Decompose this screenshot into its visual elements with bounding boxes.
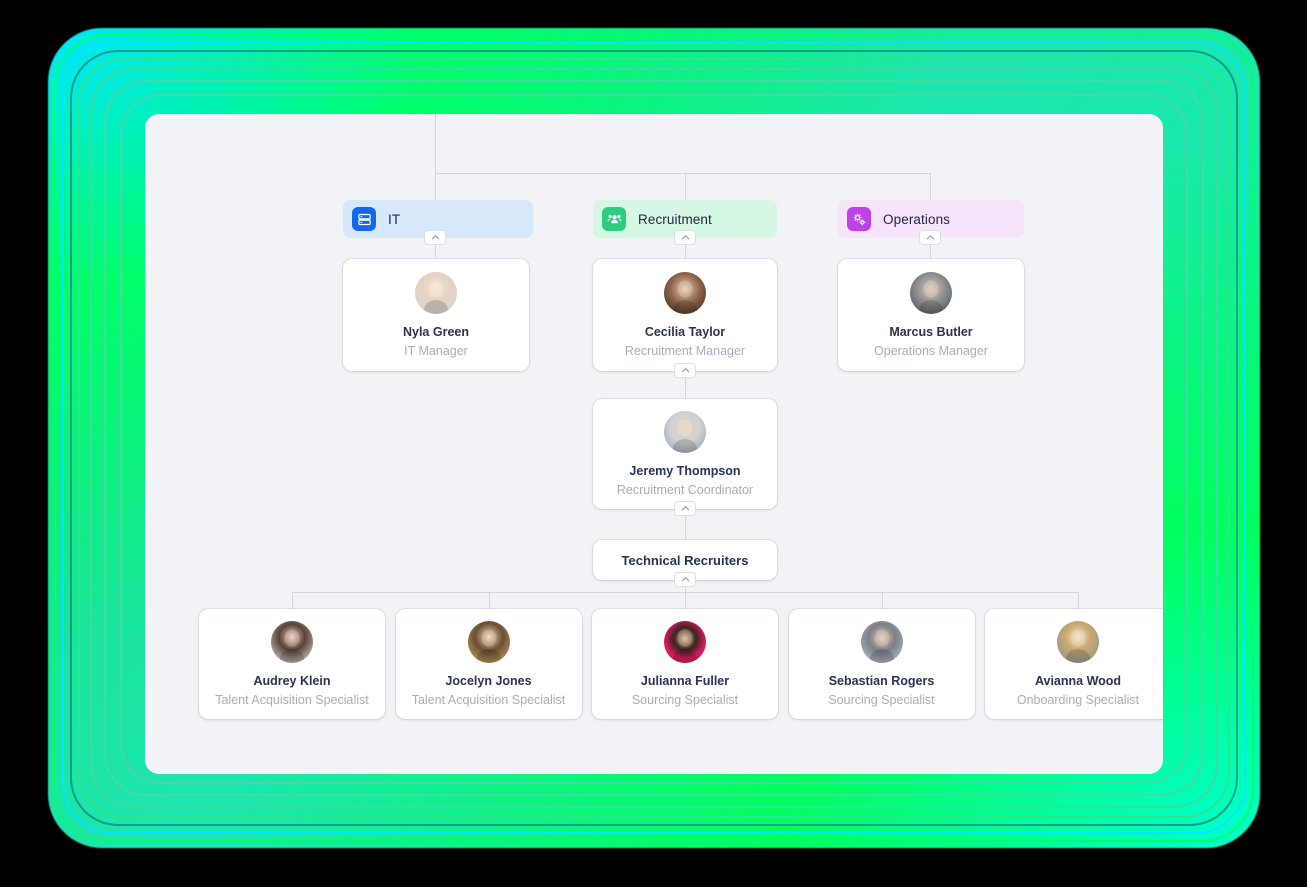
users-group-icon <box>602 207 626 231</box>
person-name: Julianna Fuller <box>640 674 730 688</box>
person-title: Sourcing Specialist <box>631 693 739 707</box>
avatar-audrey-klein <box>271 621 313 663</box>
connector-dept-drop-2 <box>930 173 931 200</box>
person-card-nyla-green[interactable]: Nyla Green IT Manager <box>343 259 529 371</box>
person-name: Avianna Wood <box>1034 674 1122 688</box>
person-card-audrey-klein[interactable]: Audrey Klein Talent Acquisition Specialis… <box>199 609 385 719</box>
connector-spec-drop-3 <box>881 592 883 609</box>
person-card-cecilia-taylor[interactable]: Cecilia Taylor Recruitment Manager <box>593 259 777 371</box>
chevron-up-icon <box>431 235 439 240</box>
connector-spec-drop-1 <box>488 592 490 609</box>
server-icon <box>352 207 376 231</box>
connector-spec-drop-2 <box>685 592 686 609</box>
person-card-avianna-wood[interactable]: Avianna Wood Onboarding Specialist <box>985 609 1163 719</box>
avatar-nyla-green <box>415 272 457 314</box>
toggle-dept-operations[interactable] <box>919 230 941 245</box>
person-title: Talent Acquisition Specialist <box>215 693 369 707</box>
person-title: Recruitment Coordinator <box>616 483 754 497</box>
toggle-unit[interactable] <box>674 572 696 587</box>
connector-dept-drop-1 <box>685 173 686 200</box>
chevron-up-icon <box>926 235 934 240</box>
gears-icon <box>847 207 871 231</box>
person-name: Marcus Butler <box>889 325 973 339</box>
avatar-marcus-butler <box>910 272 952 314</box>
chevron-up-icon <box>681 368 689 373</box>
org-chart-canvas[interactable]: IT Recruitment Operations Nyla Green IT Mana… <box>145 114 1163 774</box>
person-title: Sourcing Specialist <box>828 693 935 707</box>
person-name: Jocelyn Jones <box>445 674 532 688</box>
person-name: Nyla Green <box>402 325 469 339</box>
avatar-jocelyn-jones <box>467 621 510 663</box>
connector-root-stem <box>435 114 436 173</box>
person-name: Jeremy Thompson <box>629 464 741 478</box>
chevron-up-icon <box>681 506 689 511</box>
connector-spec-drop-0 <box>292 592 293 609</box>
dept-label: Operations <box>883 211 951 227</box>
person-title: Operations Manager <box>874 344 988 358</box>
person-card-jocelyn-jones[interactable]: Jocelyn Jones Talent Acquisition Speciali… <box>395 609 582 719</box>
person-card-marcus-butler[interactable]: Marcus Butler Operations Manager <box>838 259 1024 371</box>
connector-dept-drop-0 <box>435 173 436 200</box>
dept-label: Recruitment <box>638 211 712 227</box>
toggle-coordinator[interactable] <box>674 501 696 516</box>
chevron-up-icon <box>681 577 689 582</box>
avatar-cecilia-taylor <box>664 272 706 314</box>
person-name: Sebastian Rogers <box>828 674 935 688</box>
avatar-sebastian-rogers <box>860 621 903 663</box>
avatar-julianna-fuller <box>664 621 706 663</box>
person-card-sebastian-rogers[interactable]: Sebastian Rogers Sourcing Specialist <box>788 609 975 719</box>
person-title: Recruitment Manager <box>624 344 746 358</box>
connector-dept-bus <box>435 173 931 174</box>
connector-spec-drop-4 <box>1078 592 1079 609</box>
person-title: Talent Acquisition Specialist <box>411 693 566 707</box>
person-name: Cecilia Taylor <box>644 325 726 339</box>
toggle-manager-cecilia-taylor[interactable] <box>674 363 696 378</box>
chevron-up-icon <box>681 235 689 240</box>
toggle-dept-it[interactable] <box>424 230 446 245</box>
dept-label: IT <box>388 211 401 227</box>
person-title: IT Manager <box>404 344 468 358</box>
person-card-julianna-fuller[interactable]: Julianna Fuller Sourcing Specialist <box>592 609 778 719</box>
avatar-avianna-wood <box>1057 621 1099 663</box>
avatar-jeremy-thompson <box>664 411 706 453</box>
person-title: Onboarding Specialist <box>1016 693 1140 707</box>
person-card-jeremy-thompson[interactable]: Jeremy Thompson Recruitment Coordinator <box>593 399 777 509</box>
toggle-dept-recruitment[interactable] <box>674 230 696 245</box>
person-name: Audrey Klein <box>253 674 331 688</box>
